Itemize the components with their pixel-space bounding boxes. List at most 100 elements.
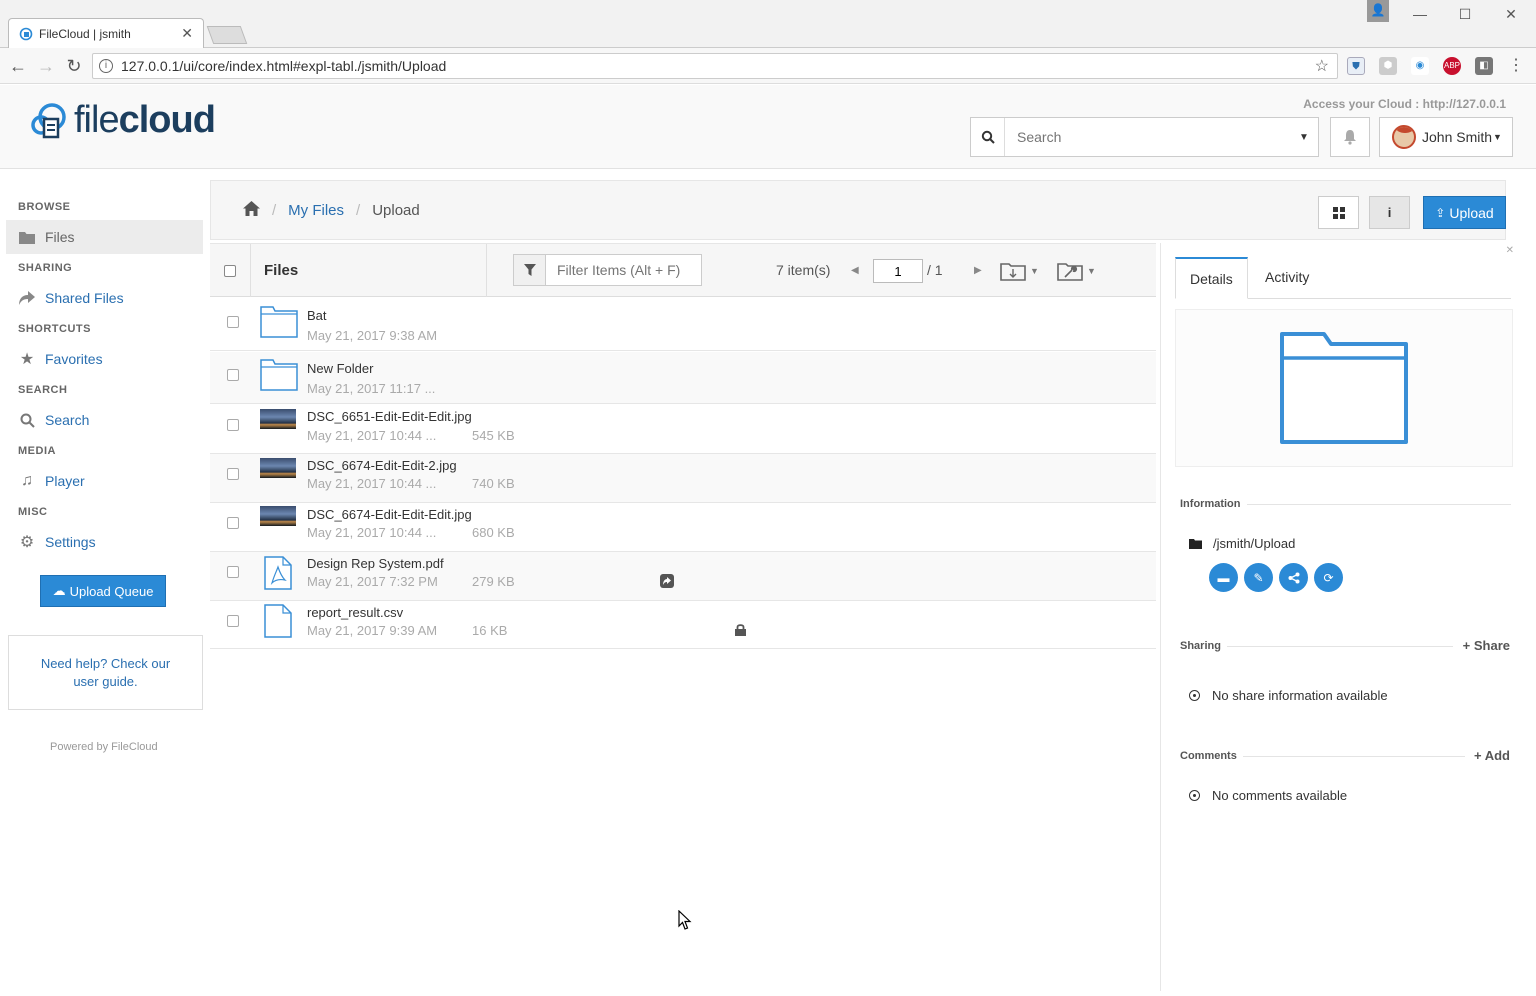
minimize-icon[interactable]: — [1408,6,1432,24]
file-name[interactable]: Bat [307,308,327,323]
rename-button[interactable]: ✎ [1244,563,1273,592]
back-icon[interactable]: ← [7,55,29,77]
search-input[interactable] [1017,129,1290,145]
browser-menu-icon[interactable]: ⋮ [1507,57,1525,75]
file-name[interactable]: Design Rep System.pdf [307,556,444,571]
tab-close-icon[interactable]: ✕ [181,25,193,42]
table-row[interactable]: DSC_6651-Edit-Edit-Edit.jpg May 21, 2017… [210,405,1156,454]
page-number-input[interactable] [873,259,923,283]
user-menu-button[interactable]: John Smith ▼ [1379,117,1513,157]
close-window-icon[interactable]: ✕ [1499,6,1523,24]
powered-by-text: Powered by FileCloud [50,741,158,753]
share-nodes-icon [1288,572,1299,583]
lock-icon[interactable] [735,623,746,639]
sidebar-item-files[interactable]: Files [6,220,203,254]
breadcrumb-my-files[interactable]: My Files [288,202,344,219]
items-count: 7 item(s) [776,262,831,278]
next-page-icon[interactable]: ▶ [974,265,982,276]
search-dropdown-icon[interactable]: ▼ [1290,132,1318,143]
table-row[interactable]: DSC_6674-Edit-Edit-2.jpg May 21, 2017 10… [210,454,1156,503]
row-checkbox[interactable] [227,468,239,480]
grid-icon [1332,206,1345,219]
user-guide-link[interactable]: user guide. [9,673,202,691]
file-name[interactable]: DSC_6674-Edit-Edit-2.jpg [307,458,457,473]
upload-queue-button[interactable]: ☁ Upload Queue [40,575,166,607]
sidebar-item-settings[interactable]: ⚙ Settings [6,525,203,559]
panel-close-icon[interactable]: ✕ [1506,245,1514,256]
sidebar-item-favorites[interactable]: ★ Favorites [6,342,203,376]
add-share-link[interactable]: + Share [1463,638,1510,653]
address-bar[interactable]: i 127.0.0.1/ui/core/index.html#expl-tabl… [92,53,1338,79]
logo-text-cloud: cloud [118,99,216,141]
filecloud-logo[interactable]: filecloud [30,99,216,142]
sidebar-item-label: Shared Files [45,290,124,306]
upload-button[interactable]: ⇪ Upload [1423,196,1506,229]
no-comments-text: No comments available [1212,788,1348,803]
breadcrumb-panel: / My Files / Upload i ⇪ Upload [210,180,1506,240]
row-checkbox[interactable] [227,316,239,328]
file-name[interactable]: New Folder [307,361,373,376]
select-all-checkbox[interactable] [210,244,251,297]
app-header: filecloud Access your Cloud : http://127… [0,85,1536,169]
browser-profile-icon[interactable]: 👤 [1367,0,1389,22]
no-share-note: No share information available [1189,688,1388,703]
file-name[interactable]: DSC_6674-Edit-Edit-Edit.jpg [307,507,472,522]
table-row[interactable]: report_result.csv May 21, 2017 9:39 AM 1… [210,601,1156,649]
browser-tab[interactable]: FileCloud | jsmith ✕ [8,18,204,48]
url-text: 127.0.0.1/ui/core/index.html#expl-tabl./… [121,58,447,74]
row-checkbox[interactable] [227,566,239,578]
filter-input[interactable] [557,262,697,278]
breadcrumb-current: Upload [372,202,420,219]
filter-box[interactable] [513,254,702,286]
sidebar-item-search[interactable]: Search [6,403,203,437]
file-list-header: Files 7 item(s) ◀ / 1 ▶ ▼ ▼ [210,243,1156,297]
table-row[interactable]: New Folder May 21, 2017 11:17 ... [210,352,1156,404]
site-info-icon[interactable]: i [99,59,113,73]
global-search[interactable]: ▼ [970,117,1319,157]
file-date: May 21, 2017 9:39 AM [307,623,438,638]
share-button[interactable] [1279,563,1308,592]
row-checkbox[interactable] [227,369,239,381]
table-row[interactable]: Bat May 21, 2017 9:38 AM [210,298,1156,351]
row-checkbox[interactable] [227,615,239,627]
copy-link-button[interactable]: ▬ [1209,563,1238,592]
home-icon[interactable] [243,201,260,220]
notifications-bell-icon[interactable] [1330,117,1370,157]
magnifier-icon [18,412,36,428]
prev-page-icon[interactable]: ◀ [851,265,859,276]
tools-button[interactable]: ▼ [1057,258,1096,284]
tab-activity[interactable]: Activity [1251,257,1323,299]
row-checkbox[interactable] [227,419,239,431]
file-date: May 21, 2017 11:17 ... [307,381,436,396]
forward-icon[interactable]: → [35,55,57,77]
sidebar-item-shared-files[interactable]: Shared Files [6,281,203,315]
row-checkbox[interactable] [227,517,239,529]
sync-button[interactable]: ⟳ [1314,563,1343,592]
extension-filecloud-icon[interactable]: ◉ [1411,57,1429,75]
extension-cube-icon[interactable]: ⬢ [1379,57,1397,75]
bookmark-star-icon[interactable]: ☆ [1315,56,1329,76]
new-tab-button[interactable] [206,26,248,44]
plus-icon: + [1473,748,1482,763]
shared-status-icon[interactable] [660,574,674,591]
table-row[interactable]: Design Rep System.pdf May 21, 2017 7:32 … [210,552,1156,601]
reload-icon[interactable]: ↻ [63,55,85,77]
filecloud-favicon-icon [19,27,33,40]
adblock-icon[interactable]: ABP [1443,57,1461,75]
sidebar-item-label: Favorites [45,351,103,367]
extension-dark-icon[interactable]: ◧ [1475,57,1493,75]
cloud-upload-icon: ☁ [52,583,66,598]
tab-details[interactable]: Details [1175,257,1248,299]
add-comment-link[interactable]: + Add [1474,748,1510,763]
file-name[interactable]: report_result.csv [307,605,403,620]
maximize-icon[interactable]: ☐ [1453,6,1477,24]
sidebar-section-media: MEDIA [18,445,56,457]
file-date: May 21, 2017 10:44 ... [307,525,437,540]
grid-view-button[interactable] [1318,196,1359,229]
sort-button[interactable]: ▼ [1000,258,1039,284]
file-name[interactable]: DSC_6651-Edit-Edit-Edit.jpg [307,409,472,424]
sidebar-item-player[interactable]: ♫ Player [6,464,203,498]
table-row[interactable]: DSC_6674-Edit-Edit-Edit.jpg May 21, 2017… [210,503,1156,552]
extension-shield-icon[interactable]: ⛊ [1347,57,1365,75]
info-toggle-button[interactable]: i [1369,196,1410,229]
